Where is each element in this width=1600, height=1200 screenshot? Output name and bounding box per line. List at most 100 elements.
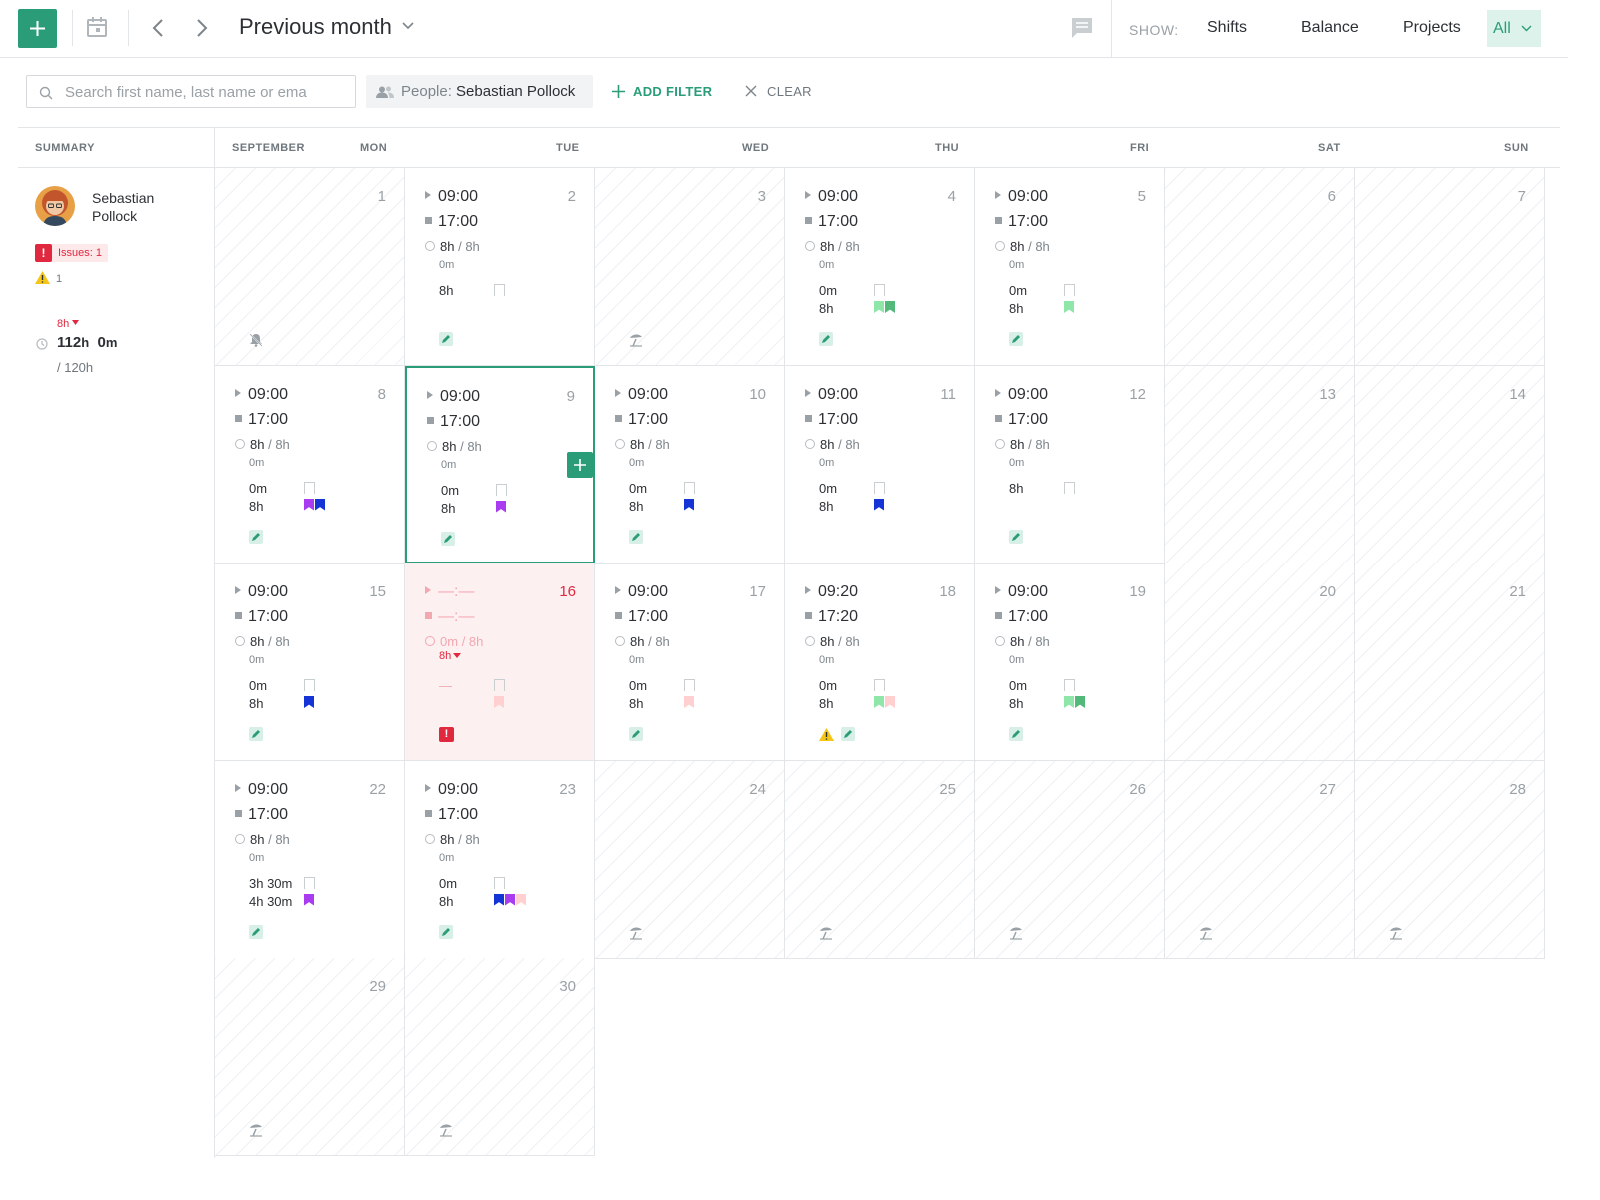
add-filter-button[interactable]: ADD FILTER: [612, 84, 712, 99]
edit-icon[interactable]: [439, 332, 453, 346]
day-cell-14[interactable]: 14: [1355, 365, 1545, 564]
shift-start-time: 09:00: [438, 780, 479, 798]
day-cell-5[interactable]: 5 09:00 17:00 8h / 8h 0m 0m 8h: [975, 168, 1165, 366]
quick-add-button[interactable]: [567, 452, 593, 478]
bookmark-outline-icon[interactable]: [874, 284, 885, 296]
day-cell-16[interactable]: 16 —:— —:— 0m / 8h 8h —!: [405, 563, 595, 761]
bookmark-outline-icon[interactable]: [304, 679, 315, 691]
calendar-button[interactable]: [86, 16, 108, 43]
edit-icon[interactable]: [249, 727, 263, 741]
day-cell-1[interactable]: 1: [215, 168, 405, 366]
add-button[interactable]: [18, 9, 57, 48]
day-cell-26[interactable]: 26: [975, 760, 1165, 959]
edit-icon[interactable]: [439, 924, 453, 939]
bookmark-outline-icon[interactable]: [874, 679, 885, 691]
day-cell-6[interactable]: 6: [1165, 168, 1355, 366]
day-cell-8[interactable]: 8 09:00 17:00 8h / 8h 0m 0m 8h: [215, 365, 405, 564]
people-filter-chip[interactable]: People: Sebastian Pollock: [366, 75, 593, 108]
bookmark-outline-icon[interactable]: [496, 483, 507, 496]
shift-start-time: 09:00: [1008, 385, 1049, 403]
shift-start: 09:00: [425, 781, 478, 799]
warnings-count[interactable]: 1: [35, 271, 62, 285]
shift-start-time: 09:00: [438, 188, 479, 205]
clear-filters-button[interactable]: CLEAR: [745, 84, 812, 99]
hours-worked-value: 8h: [1010, 634, 1025, 649]
edit-icon[interactable]: [629, 727, 643, 741]
day-cell-25[interactable]: 25: [785, 760, 975, 959]
day-cell-29[interactable]: 29: [215, 958, 405, 1156]
day-cell-13[interactable]: 13: [1165, 365, 1355, 564]
caret-down-icon: [72, 320, 80, 325]
next-period-button[interactable]: [196, 19, 208, 42]
project-time-top: 0m: [629, 678, 648, 693]
comment-icon: [1072, 18, 1092, 38]
avatar[interactable]: [35, 186, 75, 226]
edit-icon[interactable]: [841, 727, 855, 741]
edit-icon[interactable]: [1009, 529, 1023, 544]
bookmark-outline-icon[interactable]: [304, 481, 315, 494]
day-cell-4[interactable]: 4 09:00 17:00 8h / 8h 0m 0m 8h: [785, 168, 975, 366]
day-cell-30[interactable]: 30: [405, 958, 595, 1156]
previous-period-button[interactable]: [152, 19, 164, 42]
break-time: 0m: [249, 654, 265, 666]
project-time-top: 0m: [819, 480, 838, 496]
play-icon: [235, 388, 241, 397]
edit-icon[interactable]: [249, 924, 263, 939]
day-cell-11[interactable]: 11 09:00 17:00 8h / 8h 0m 0m 8h: [785, 365, 975, 564]
stop-icon: [615, 612, 622, 619]
clock-icon: [805, 636, 815, 646]
bookmark-outline-icon[interactable]: [1064, 679, 1075, 691]
day-cell-2[interactable]: 2 09:00 17:00 8h / 8h 0m 8h: [405, 168, 595, 366]
clock-icon: [36, 338, 48, 350]
edit-icon[interactable]: [441, 531, 455, 546]
warning-icon[interactable]: [819, 728, 834, 746]
day-cell-27[interactable]: 27: [1165, 760, 1355, 959]
day-cell-21[interactable]: 21: [1355, 563, 1545, 761]
project-time-bottom: 8h: [249, 498, 264, 514]
day-number: 1: [377, 188, 386, 205]
show-option-shifts[interactable]: Shifts: [1207, 19, 1247, 37]
day-cell-23[interactable]: 23 09:00 17:00 8h / 8h 0m 0m 8h: [405, 760, 595, 959]
stop-icon: [427, 416, 434, 424]
bookmark-outline-icon[interactable]: [494, 876, 505, 889]
edit-icon[interactable]: [1009, 727, 1023, 741]
bookmark-outline-icon[interactable]: [494, 679, 505, 691]
person-first-name: Sebastian: [92, 190, 155, 206]
clock-icon: [427, 440, 437, 451]
day-cell-15[interactable]: 15 09:00 17:00 8h / 8h 0m 0m 8h: [215, 563, 405, 761]
bookmark-outline-icon[interactable]: [874, 481, 885, 494]
bookmark-outline-icon[interactable]: [1064, 481, 1075, 494]
day-number: 28: [1509, 780, 1526, 798]
day-cell-10[interactable]: 10 09:00 17:00 8h / 8h 0m 0m 8h: [595, 365, 785, 564]
edit-icon[interactable]: [629, 529, 643, 544]
show-option-all-dropdown[interactable]: All: [1487, 10, 1541, 47]
edit-icon[interactable]: [249, 529, 263, 544]
comments-button[interactable]: [1071, 17, 1093, 44]
edit-icon[interactable]: [1009, 332, 1023, 346]
day-cell-18[interactable]: 18 09:20 17:20 8h / 8h 0m 0m 8h: [785, 563, 975, 761]
stop-icon: [805, 414, 812, 422]
bookmark-outline-icon[interactable]: [684, 481, 695, 494]
issues-badge[interactable]: ! Issues: 1: [35, 244, 109, 262]
day-cell-7[interactable]: 7: [1355, 168, 1545, 366]
day-cell-19[interactable]: 19 09:00 17:00 8h / 8h 0m 0m 8h: [975, 563, 1165, 761]
bookmark-outline-icon[interactable]: [304, 876, 315, 889]
day-cell-28[interactable]: 28: [1355, 760, 1545, 959]
day-cell-24[interactable]: 24: [595, 760, 785, 959]
day-cell-17[interactable]: 17 09:00 17:00 8h / 8h 0m 0m 8h: [595, 563, 785, 761]
bookmark-outline-icon[interactable]: [1064, 284, 1075, 296]
search-input[interactable]: [63, 80, 352, 104]
bookmark-outline-icon[interactable]: [494, 284, 505, 296]
issue-icon[interactable]: !: [439, 727, 454, 742]
day-cell-3[interactable]: 3: [595, 168, 785, 366]
hours-worked: 8h / 8h: [615, 437, 670, 452]
bookmark-outline-icon[interactable]: [684, 679, 695, 691]
hours-difference-value: 8h: [57, 318, 70, 330]
day-cell-22[interactable]: 22 09:00 17:00 8h / 8h 0m 3h 30m 4h 30m: [215, 760, 405, 959]
edit-icon[interactable]: [819, 332, 833, 346]
day-cell-20[interactable]: 20: [1165, 563, 1355, 761]
day-cell-12[interactable]: 12 09:00 17:00 8h / 8h 0m 8h: [975, 365, 1165, 564]
show-option-balance[interactable]: Balance: [1301, 19, 1359, 37]
period-selector[interactable]: Previous month: [239, 14, 414, 40]
show-option-projects[interactable]: Projects: [1403, 19, 1461, 37]
